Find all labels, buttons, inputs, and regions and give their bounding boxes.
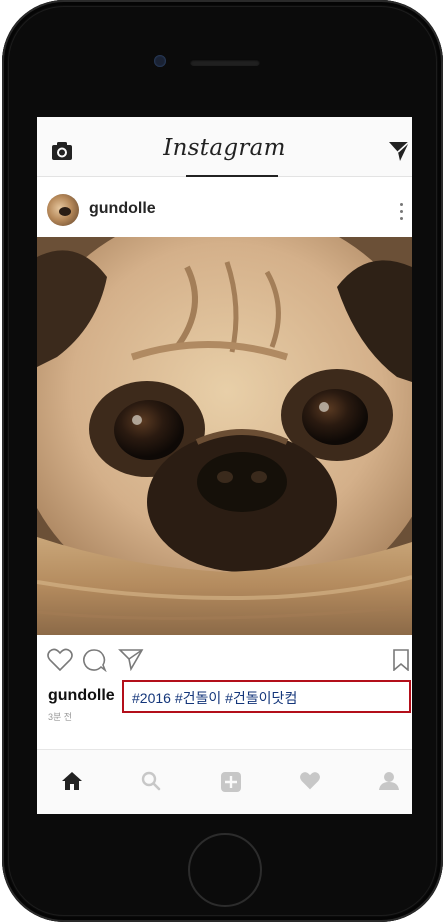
avatar[interactable]	[47, 194, 79, 226]
post-actions	[37, 643, 412, 679]
caption-username[interactable]: gundolle	[48, 687, 115, 705]
bottom-tab-bar	[37, 749, 412, 814]
profile-icon[interactable]	[378, 771, 400, 791]
app-screen: Instagram gundolle gundolle #2016 #건돌이 #…	[37, 117, 412, 814]
post-username[interactable]: gundolle	[89, 200, 156, 218]
post-photo[interactable]	[37, 237, 412, 635]
avatar-pug-face	[59, 207, 71, 216]
earpiece-speaker	[190, 59, 260, 66]
activity-heart-icon[interactable]	[299, 771, 321, 791]
post-timestamp: 3분 전	[48, 712, 73, 722]
home-icon[interactable]	[61, 771, 83, 791]
share-icon[interactable]	[118, 647, 144, 671]
logo-underline	[186, 175, 278, 177]
hashtag-highlight-box: #2016 #건돌이 #건돌이닷컴	[122, 680, 411, 713]
front-camera	[154, 55, 166, 67]
heart-icon[interactable]	[47, 648, 73, 672]
direct-message-icon[interactable]	[388, 140, 410, 162]
comment-icon[interactable]	[82, 648, 108, 672]
add-post-icon[interactable]	[220, 771, 242, 793]
home-button[interactable]	[188, 833, 262, 907]
search-icon[interactable]	[141, 771, 161, 791]
top-bar: Instagram	[37, 117, 412, 177]
more-options-icon[interactable]	[399, 200, 405, 222]
post-header: gundolle	[37, 185, 412, 237]
caption-hashtags[interactable]: #2016 #건돌이 #건돌이닷컴	[132, 688, 297, 708]
app-logo: Instagram	[163, 135, 286, 161]
phone-frame: Instagram gundolle gundolle #2016 #건돌이 #…	[2, 0, 443, 922]
bookmark-icon[interactable]	[392, 649, 410, 671]
